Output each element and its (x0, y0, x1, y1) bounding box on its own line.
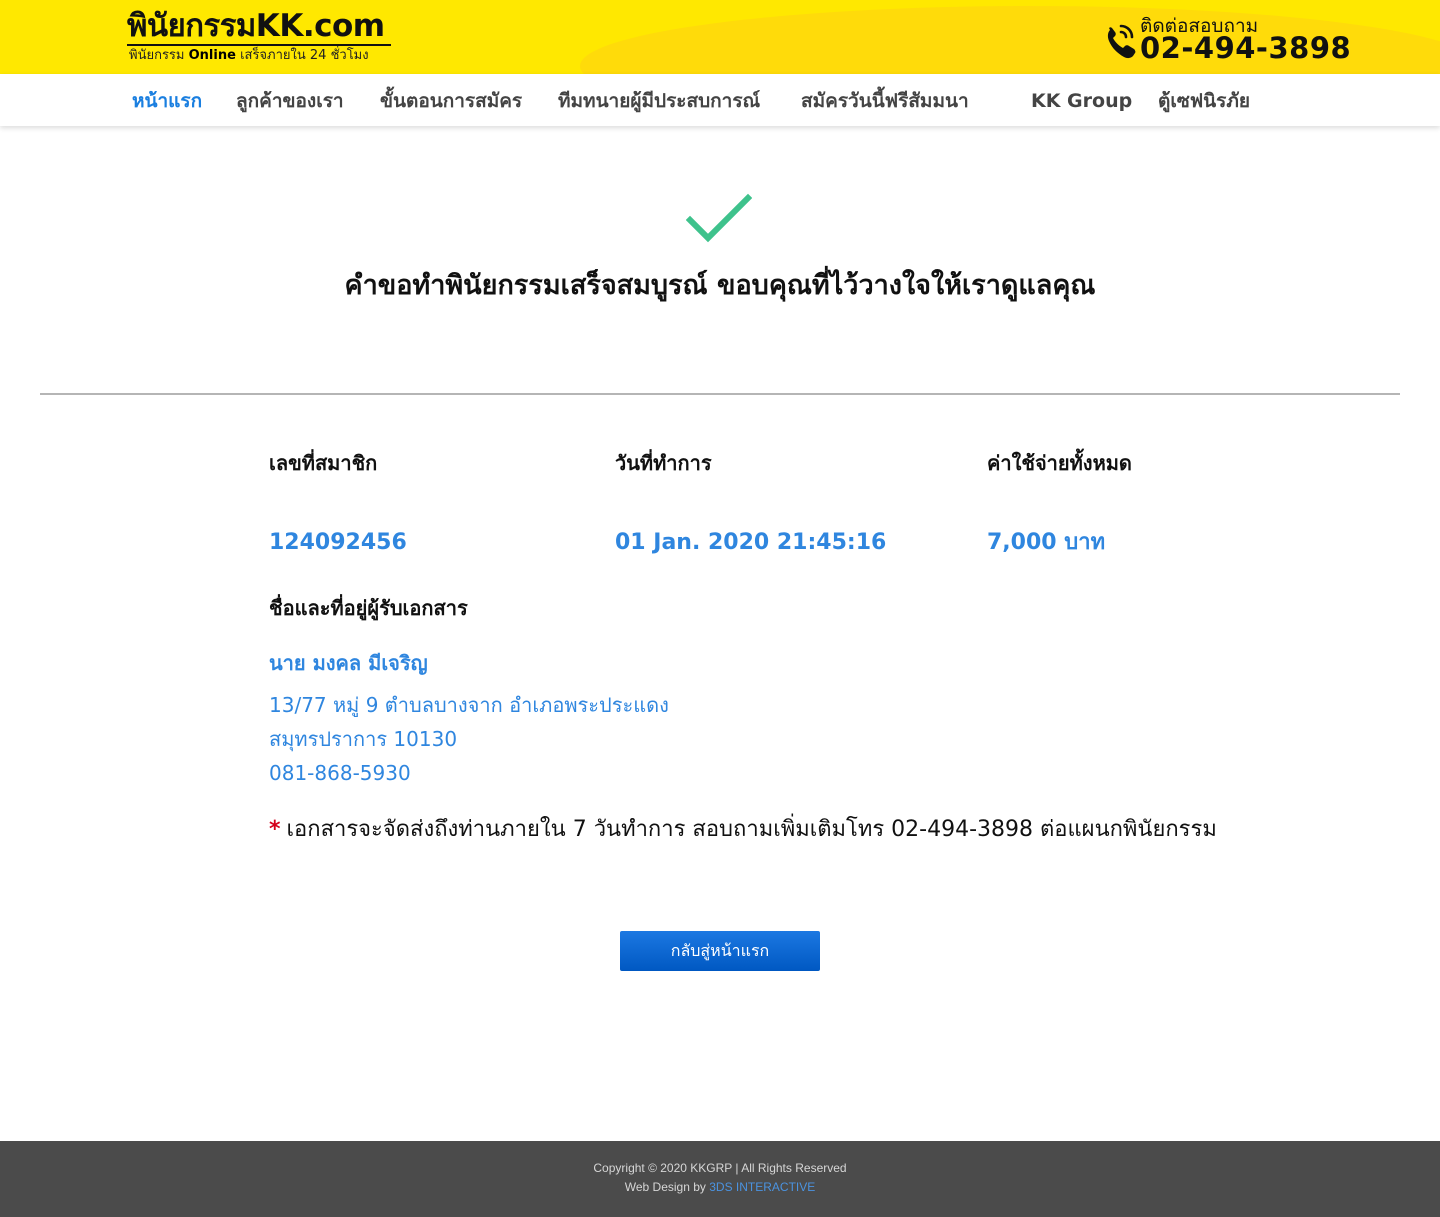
top-header: พินัยกรรมKK.com พินัยกรรม Online เสร็จภา… (0, 0, 1440, 74)
required-star: * (269, 817, 281, 842)
section-divider (40, 393, 1400, 395)
nav-item-safe[interactable]: ตู้เซฟนิรภัย (1158, 88, 1250, 114)
address-line-2: สมุทรปราการ 10130 (269, 727, 458, 751)
success-message: คำขอทำพินัยกรรมเสร็จสมบูรณ์ ขอบคุณที่ไว้… (344, 270, 1096, 301)
member-id-value: 124092456 (269, 530, 407, 555)
back-home-button[interactable]: กลับสู่หน้าแรก (620, 931, 820, 971)
footer-credit-prefix: Web Design by (624, 1180, 706, 1194)
check-icon (686, 193, 752, 243)
logo-tagline: พินัยกรรม Online เสร็จภายใน 24 ชั่วโมง (129, 48, 369, 64)
footer-designer-link[interactable]: 3DS INTERACTIVE (709, 1180, 815, 1194)
delivery-note-text: เอกสารจะจัดส่งถึงท่านภายใน 7 วันทำการ สอ… (286, 817, 1217, 842)
nav-item-steps[interactable]: ขั้นตอนการสมัคร (380, 88, 522, 114)
logo-tagline-prefix: พินัยกรรม (129, 48, 185, 63)
footer: Copyright © 2020 KKGRP | All Rights Rese… (0, 1141, 1440, 1217)
footer-credit: Web Design by 3DS INTERACTIVE (0, 1178, 1440, 1196)
date-label: วันที่ทำการ (615, 451, 712, 475)
footer-copyright: Copyright © 2020 KKGRP | All Rights Rese… (593, 1161, 847, 1175)
date-value: 01 Jan. 2020 21:45:16 (615, 530, 887, 555)
nav-item-seminar[interactable]: สมัครวันนี้ฟรีสัมมนา (801, 88, 969, 114)
logo-tagline-suffix: เสร็จภายใน 24 ชั่วโมง (240, 48, 369, 63)
recipient-name: นาย มงคล มีเจริญ (269, 651, 428, 675)
site-logo[interactable]: พินัยกรรมKK.com พินัยกรรม Online เสร็จภา… (127, 8, 397, 68)
logo-text: พินัยกรรมKK.com (127, 8, 385, 44)
logo-underline (127, 44, 391, 46)
cost-value: 7,000 บาท (987, 530, 1106, 555)
main-nav: หน้าแรก ลูกค้าของเรา ขั้นตอนการสมัคร ทีม… (0, 74, 1440, 126)
nav-item-kk-group[interactable]: KK Group (1031, 88, 1132, 114)
nav-item-home[interactable]: หน้าแรก (132, 88, 202, 114)
recipient-label: ชื่อและที่อยู่ผู้รับเอกสาร (269, 596, 468, 620)
nav-item-customers[interactable]: ลูกค้าของเรา (236, 88, 344, 114)
delivery-note: * เอกสารจะจัดส่งถึงท่านภายใน 7 วันทำการ ส… (269, 814, 1217, 846)
cost-label: ค่าใช้จ่ายทั้งหมด (987, 451, 1132, 475)
address-line-1: 13/77 หมู่ 9 ตำบลบางจาก อำเภอพระประแดง (269, 693, 669, 717)
nav-item-lawyers[interactable]: ทีมทนายผู้มีประสบการณ์ (558, 88, 760, 114)
contact-phone[interactable]: 02-494-3898 (1140, 31, 1351, 65)
member-id-label: เลขที่สมาชิก (269, 451, 378, 475)
recipient-phone: 081-868-5930 (269, 761, 411, 785)
logo-tagline-bold: Online (188, 48, 236, 63)
phone-icon (1107, 24, 1136, 59)
contact-box[interactable]: ติดต่อสอบถาม 02-494-3898 (1104, 14, 1351, 65)
